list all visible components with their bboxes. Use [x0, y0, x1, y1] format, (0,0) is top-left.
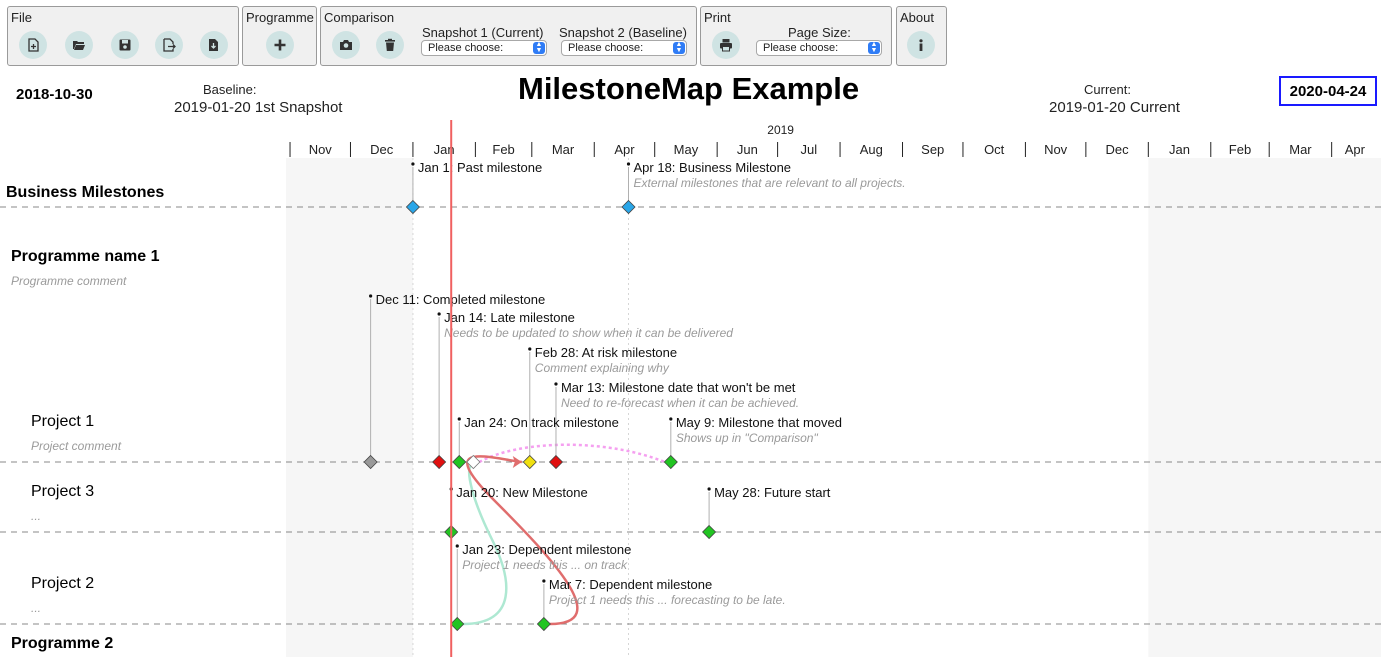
- milestone-label[interactable]: Jan 20: New Milestone: [456, 485, 588, 500]
- milestone-anchor-dot: [528, 347, 532, 351]
- row-title-business: Business Milestones: [6, 184, 164, 201]
- row-comment-programme1: Programme comment: [11, 274, 127, 288]
- milestone-diamond[interactable]: [702, 524, 717, 540]
- month-label: Mar: [1289, 142, 1312, 157]
- milestone-label[interactable]: Jan 1: Past milestone: [418, 160, 542, 175]
- milestone-label[interactable]: Jan 23: Dependent milestone: [462, 542, 631, 557]
- month-label: Apr: [1345, 142, 1366, 157]
- milestone-comment: Project 1 needs this ... forecasting to …: [549, 593, 786, 607]
- milestone-diamond[interactable]: [621, 199, 636, 215]
- milestone-label[interactable]: May 9: Milestone that moved: [676, 415, 842, 430]
- milestone-diamond[interactable]: [548, 454, 564, 470]
- month-label: Feb: [1229, 142, 1251, 157]
- row-title-project2: Project 2: [31, 575, 94, 592]
- milestone-map-chart: Nov Dec Jan Feb Mar Apr May Jun Jul Aug Sep Oct Nov D…: [0, 120, 1381, 657]
- milestone-comment: Project 1 needs this ... on track: [462, 558, 628, 572]
- milestone-anchor-dot: [411, 162, 415, 166]
- month-label: Feb: [492, 142, 514, 157]
- row-title-project1: Project 1: [31, 413, 94, 430]
- milestone-diamond[interactable]: [450, 616, 465, 632]
- milestone-diamond[interactable]: [432, 454, 447, 470]
- milestone-comment: Need to re-forecast when it can be achie…: [561, 396, 799, 410]
- month-label: Jan: [1169, 142, 1190, 157]
- milestone-anchor-dot: [542, 579, 546, 583]
- milestone-label[interactable]: May 28: Future start: [714, 485, 831, 500]
- milestone-comment: Shows up in "Comparison": [676, 431, 819, 445]
- milestone-label[interactable]: Jan 24: On track milestone: [464, 415, 619, 430]
- month-label: Nov: [1044, 142, 1068, 157]
- milestone-anchor-dot: [669, 417, 673, 421]
- milestone-anchor-dot: [554, 382, 558, 386]
- month-label: Jul: [801, 142, 818, 157]
- month-label: Apr: [614, 142, 635, 157]
- row-comment-project1: Project comment: [31, 439, 122, 453]
- milestone-diamond[interactable]: [536, 616, 551, 632]
- month-label: Oct: [984, 142, 1005, 157]
- milestone-label[interactable]: Dec 11: Completed milestone: [376, 292, 546, 307]
- milestone-anchor-dot: [626, 162, 631, 166]
- month-label: Nov: [309, 142, 333, 157]
- milestone-diamond[interactable]: [522, 454, 537, 470]
- milestone-label[interactable]: Mar 13: Milestone date that won't be met: [561, 380, 796, 395]
- year-label: 2019: [767, 123, 794, 137]
- month-label: May: [674, 142, 699, 157]
- milestone-anchor-dot: [457, 417, 461, 421]
- milestone-label[interactable]: Feb 28: At risk milestone: [535, 345, 677, 360]
- month-label: Aug: [860, 142, 883, 157]
- milestone-diamond[interactable]: [663, 454, 678, 470]
- month-label: Dec: [1106, 142, 1130, 157]
- milestone-label[interactable]: Jan 14: Late milestone: [444, 310, 575, 325]
- milestone-anchor-dot: [437, 312, 441, 316]
- milestone-label[interactable]: Apr 18: Business Milestone: [634, 160, 792, 175]
- milestone-diamond[interactable]: [452, 454, 467, 470]
- month-label: Sep: [921, 142, 944, 157]
- milestone-comment: Comment explaining why: [535, 361, 670, 375]
- milestone-anchor-dot: [369, 294, 373, 298]
- row-comment-project3: ...: [31, 509, 41, 523]
- month-label: Mar: [552, 142, 575, 157]
- shade-2020: [1148, 158, 1381, 657]
- row-title-project3: Project 3: [31, 483, 94, 500]
- milestone-anchor-dot: [455, 544, 459, 548]
- milestone-anchor-dot: [707, 487, 711, 491]
- row-title-programme1: Programme name 1: [11, 248, 160, 265]
- milestone-label[interactable]: Mar 7: Dependent milestone: [549, 577, 712, 592]
- milestone-comment: Needs to be updated to show when it can …: [444, 326, 733, 340]
- month-label: Dec: [370, 142, 394, 157]
- row-comment-project2: ...: [31, 601, 41, 615]
- month-label: Jun: [737, 142, 758, 157]
- shade-2018: [286, 158, 413, 657]
- milestone-comment: External milestones that are relevant to…: [634, 176, 906, 190]
- row-title-programme2: Programme 2: [11, 635, 113, 652]
